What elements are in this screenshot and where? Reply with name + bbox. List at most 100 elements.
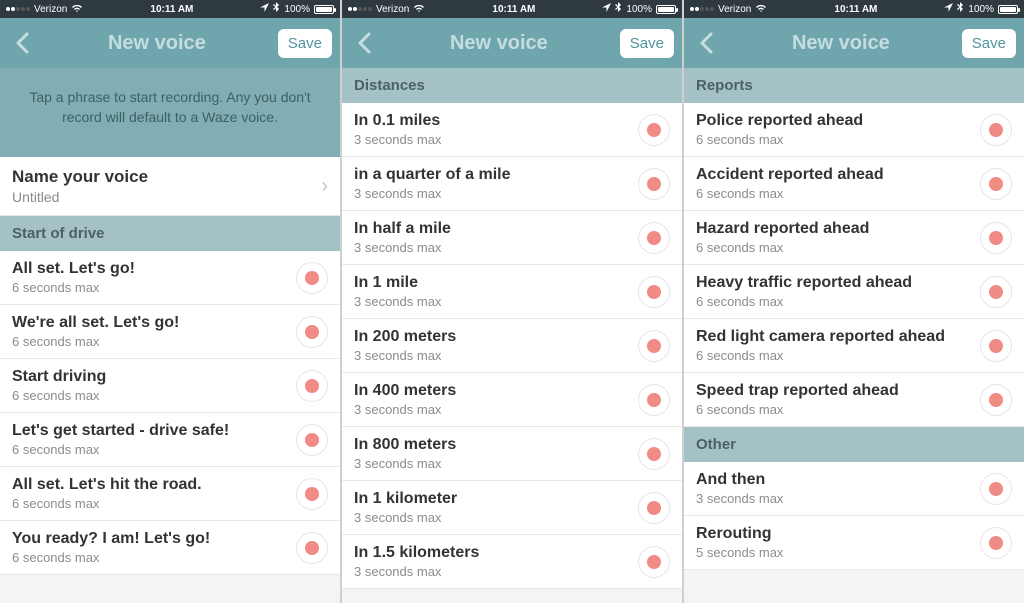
content-area[interactable]: Tap a phrase to start recording. Any you… xyxy=(0,68,340,603)
phrase-row[interactable]: All set. Let's go! 6 seconds max xyxy=(0,251,340,305)
phrase-limit: 6 seconds max xyxy=(696,240,869,255)
record-button[interactable] xyxy=(980,114,1012,146)
record-button[interactable] xyxy=(980,384,1012,416)
phrase-row[interactable]: In 200 meters3 seconds max xyxy=(342,319,682,373)
phrase-row[interactable]: Start driving6 seconds max xyxy=(0,359,340,413)
record-button[interactable] xyxy=(296,532,328,564)
record-icon xyxy=(989,339,1003,353)
record-button[interactable] xyxy=(638,222,670,254)
save-button[interactable]: Save xyxy=(962,29,1016,58)
phrase-row[interactable]: In 800 meters3 seconds max xyxy=(342,427,682,481)
record-button[interactable] xyxy=(980,276,1012,308)
phrase-row[interactable]: In 1.5 kilometers3 seconds max xyxy=(342,535,682,589)
battery-pct: 100% xyxy=(968,4,994,15)
record-icon xyxy=(989,231,1003,245)
phrase-row[interactable]: Heavy traffic reported ahead 6 seconds ma… xyxy=(684,265,1024,319)
record-button[interactable] xyxy=(296,370,328,402)
phone-screen-2: Verizon 10:11 AM 100% New voice Save Dis… xyxy=(342,0,682,603)
back-button[interactable] xyxy=(350,29,378,57)
record-icon xyxy=(989,536,1003,550)
phrase-row[interactable]: Speed trap reported ahead6 seconds max xyxy=(684,373,1024,427)
name-label: Name your voice xyxy=(12,167,148,187)
phrase-limit: 3 seconds max xyxy=(354,510,457,525)
battery-pct: 100% xyxy=(284,4,310,15)
status-bar: Verizon 10:11 AM 100% xyxy=(0,0,340,18)
chevron-right-icon: › xyxy=(321,175,328,198)
record-icon xyxy=(305,325,319,339)
phrase-text: In half a mile xyxy=(354,220,451,238)
phrase-text: Red light camera reported ahead xyxy=(696,328,945,346)
record-button[interactable] xyxy=(638,330,670,362)
carrier-label: Verizon xyxy=(376,4,409,15)
phrase-row[interactable]: Rerouting5 seconds max xyxy=(684,516,1024,570)
back-button[interactable] xyxy=(8,29,36,57)
phrase-row[interactable]: In 1 mile3 seconds max xyxy=(342,265,682,319)
phrase-text: In 1 mile xyxy=(354,274,441,292)
back-button[interactable] xyxy=(692,29,720,57)
record-icon xyxy=(647,285,661,299)
content-area[interactable]: Reports Police reported ahead6 seconds m… xyxy=(684,68,1024,603)
phrase-row[interactable]: All set. Let's hit the road.6 seconds ma… xyxy=(0,467,340,521)
save-button[interactable]: Save xyxy=(620,29,674,58)
page-title: New voice xyxy=(108,32,206,55)
name-voice-row[interactable]: Name your voice Untitled › xyxy=(0,157,340,216)
section-distances: Distances xyxy=(342,68,682,103)
record-button[interactable] xyxy=(980,527,1012,559)
phrase-row[interactable]: In 400 meters3 seconds max xyxy=(342,373,682,427)
phrase-row[interactable]: In 0.1 miles3 seconds max xyxy=(342,103,682,157)
phrase-row[interactable]: Police reported ahead6 seconds max xyxy=(684,103,1024,157)
save-button[interactable]: Save xyxy=(278,29,332,58)
bluetooth-icon xyxy=(273,2,280,16)
content-area[interactable]: Distances In 0.1 miles3 seconds maxin a … xyxy=(342,68,682,603)
record-button[interactable] xyxy=(638,168,670,200)
record-button[interactable] xyxy=(638,384,670,416)
record-icon xyxy=(305,541,319,555)
phrase-row[interactable]: Hazard reported ahead6 seconds max xyxy=(684,211,1024,265)
nav-bar: New voice Save xyxy=(684,18,1024,68)
phrase-limit: 3 seconds max xyxy=(354,240,451,255)
phrase-row[interactable]: Let's get started - drive safe!6 seconds… xyxy=(0,413,340,467)
phrase-row[interactable]: You ready? I am! Let's go!6 seconds max xyxy=(0,521,340,575)
phrase-row[interactable]: And then3 seconds max xyxy=(684,462,1024,516)
record-button[interactable] xyxy=(296,424,328,456)
phrase-list-reports: Police reported ahead6 seconds maxAccide… xyxy=(684,103,1024,427)
carrier-label: Verizon xyxy=(718,4,751,15)
phrase-row[interactable]: in a quarter of a mile3 seconds max xyxy=(342,157,682,211)
record-button[interactable] xyxy=(638,438,670,470)
record-button[interactable] xyxy=(638,546,670,578)
phrase-row[interactable]: We're all set. Let's go!6 seconds max xyxy=(0,305,340,359)
phrase-limit: 6 seconds max xyxy=(696,186,884,201)
record-button[interactable] xyxy=(296,478,328,510)
bluetooth-icon xyxy=(615,2,622,16)
record-button[interactable] xyxy=(296,262,328,294)
record-icon xyxy=(305,379,319,393)
phrase-text: In 0.1 miles xyxy=(354,112,441,130)
record-button[interactable] xyxy=(980,168,1012,200)
phrase-row[interactable]: Red light camera reported ahead6 seconds… xyxy=(684,319,1024,373)
record-button[interactable] xyxy=(980,473,1012,505)
phrase-row[interactable]: Accident reported ahead6 seconds max xyxy=(684,157,1024,211)
phrase-text: In 200 meters xyxy=(354,328,456,346)
section-reports: Reports xyxy=(684,68,1024,103)
phrase-row[interactable]: In half a mile 3 seconds max xyxy=(342,211,682,265)
record-icon xyxy=(989,177,1003,191)
record-button[interactable] xyxy=(296,316,328,348)
phrase-row[interactable]: In 1 kilometer3 seconds max xyxy=(342,481,682,535)
phrase-text: All set. Let's go! xyxy=(12,260,135,278)
record-button[interactable] xyxy=(638,114,670,146)
phrase-limit: 6 seconds max xyxy=(12,496,202,511)
record-icon xyxy=(989,482,1003,496)
record-button[interactable] xyxy=(980,222,1012,254)
record-button[interactable] xyxy=(638,492,670,524)
phrase-text: Heavy traffic reported ahead xyxy=(696,274,912,292)
battery-pct: 100% xyxy=(626,4,652,15)
phrase-limit: 6 seconds max xyxy=(12,280,135,295)
phrase-limit: 3 seconds max xyxy=(696,491,783,506)
instructions-text: Tap a phrase to start recording. Any you… xyxy=(0,68,340,157)
record-button[interactable] xyxy=(638,276,670,308)
phrase-limit: 3 seconds max xyxy=(354,564,479,579)
carrier-label: Verizon xyxy=(34,4,67,15)
record-button[interactable] xyxy=(980,330,1012,362)
phrase-limit: 6 seconds max xyxy=(696,294,912,309)
phrase-limit: 6 seconds max xyxy=(12,334,179,349)
